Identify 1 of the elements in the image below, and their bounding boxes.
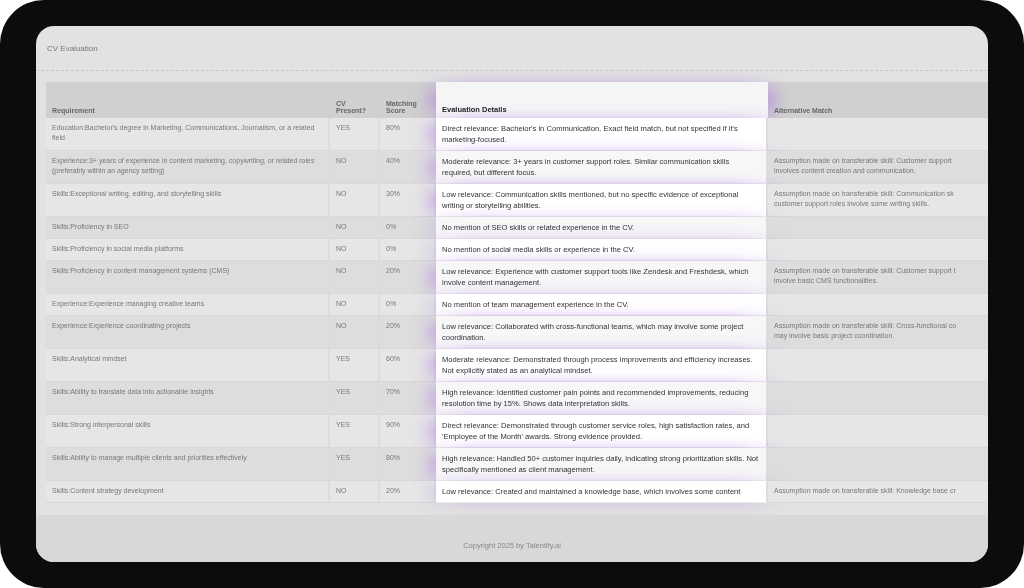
page-title: CV Evaluation — [47, 43, 98, 53]
